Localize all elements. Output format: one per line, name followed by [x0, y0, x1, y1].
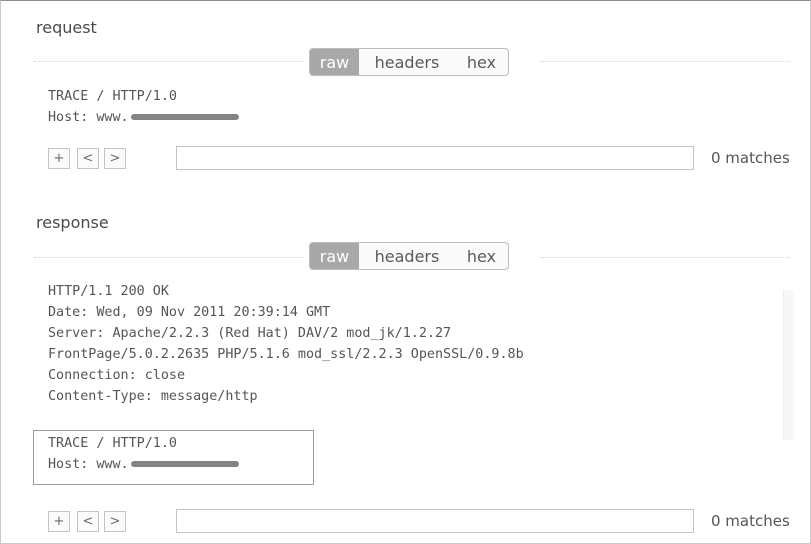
response-scrollbar[interactable]	[783, 290, 794, 440]
response-matches-count: 0 matches	[711, 512, 790, 530]
response-section-title: response	[36, 213, 109, 232]
request-matches-count: 0 matches	[711, 149, 790, 167]
response-line: Content-Type: message/http	[48, 389, 258, 404]
response-body-line-2: Host: www.	[48, 454, 239, 475]
response-next-button[interactable]: >	[104, 511, 126, 532]
response-tab-raw[interactable]: raw	[310, 243, 359, 269]
request-view-tabs: raw headers hex	[309, 48, 509, 76]
divider-left	[34, 257, 304, 259]
response-view-tabs: raw headers hex	[309, 242, 509, 270]
request-section-title: request	[36, 18, 97, 37]
redaction-bar	[130, 461, 239, 467]
divider-right	[540, 257, 790, 259]
request-next-button[interactable]: >	[104, 148, 126, 169]
request-add-button[interactable]: +	[48, 148, 70, 169]
response-tab-hex[interactable]: hex	[455, 243, 508, 269]
request-search-input[interactable]	[176, 146, 694, 170]
divider-left	[34, 61, 304, 63]
request-tab-hex[interactable]: hex	[455, 49, 508, 75]
request-line-2: Host: www.	[48, 107, 239, 128]
request-host-label: Host: www.	[48, 110, 129, 125]
response-line: Connection: close	[48, 368, 186, 383]
response-line: Date: Wed, 09 Nov 2011 20:39:14 GMT	[48, 305, 331, 320]
request-tab-raw[interactable]: raw	[310, 49, 359, 75]
request-tab-headers[interactable]: headers	[359, 49, 455, 75]
response-add-button[interactable]: +	[48, 511, 70, 532]
response-line: Server: Apache/2.2.3 (Red Hat) DAV/2 mod…	[48, 326, 452, 341]
response-line: HTTP/1.1 200 OK	[48, 284, 169, 299]
request-prev-button[interactable]: <	[77, 148, 99, 169]
response-prev-button[interactable]: <	[77, 511, 99, 532]
response-tab-headers[interactable]: headers	[359, 243, 455, 269]
divider-right	[540, 61, 790, 63]
response-search-input[interactable]	[176, 509, 694, 533]
redaction-bar	[130, 114, 239, 120]
response-body-line-1: TRACE / HTTP/1.0	[48, 436, 177, 451]
request-line-1: TRACE / HTTP/1.0	[48, 89, 177, 104]
response-line: FrontPage/5.0.2.2635 PHP/5.1.6 mod_ssl/2…	[48, 347, 524, 362]
response-host-label: Host: www.	[48, 457, 129, 472]
